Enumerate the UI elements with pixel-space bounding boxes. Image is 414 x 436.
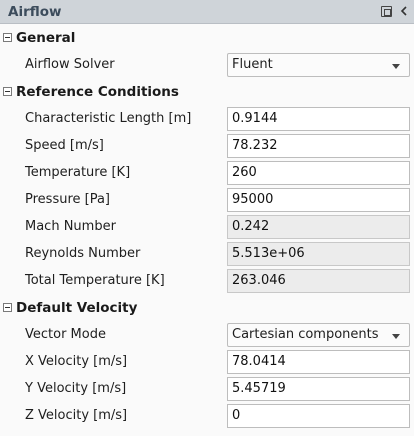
collapse-toggle-icon[interactable] (3, 303, 12, 312)
vector-mode-row: Vector Mode Cartesian components (0, 321, 414, 348)
section-default-velocity[interactable]: Default Velocity (0, 294, 414, 321)
x-velocity-label: X Velocity [m/s] (25, 354, 128, 369)
z-velocity-input[interactable]: 0 (227, 403, 410, 428)
section-general-label: General (16, 29, 76, 46)
panel-title: Airflow (8, 3, 62, 20)
z-velocity-label: Z Velocity [m/s] (25, 408, 128, 423)
x-velocity-row: X Velocity [m/s] 78.0414 (0, 348, 414, 375)
collapse-toggle-icon[interactable] (3, 33, 12, 42)
mach-number-readonly: 0.242 (227, 214, 410, 239)
pressure-input[interactable]: 95000 (227, 187, 410, 212)
temperature-input[interactable]: 260 (227, 160, 410, 185)
total-temperature-row: Total Temperature [K] 263.046 (0, 267, 414, 294)
z-velocity-row: Z Velocity [m/s] 0 (0, 402, 414, 429)
mach-number-label: Mach Number (25, 219, 116, 234)
airflow-solver-select[interactable]: Fluent (227, 52, 410, 77)
total-temperature-label: Total Temperature [K] (25, 273, 165, 288)
x-velocity-input[interactable]: 78.0414 (227, 349, 410, 374)
total-temperature-readonly: 263.046 (227, 268, 410, 293)
float-window-icon[interactable] (380, 4, 393, 18)
y-velocity-label: Y Velocity [m/s] (25, 381, 127, 396)
section-general[interactable]: General (0, 24, 414, 51)
reynolds-number-row: Reynolds Number 5.513e+06 (0, 240, 414, 267)
vector-mode-label: Vector Mode (25, 327, 106, 342)
panel-titlebar: Airflow (0, 0, 414, 24)
pressure-row: Pressure [Pa] 95000 (0, 186, 414, 213)
airflow-solver-label: Airflow Solver (25, 57, 115, 72)
dropdown-arrow-icon (392, 63, 400, 69)
y-velocity-row: Y Velocity [m/s] 5.45719 (0, 375, 414, 402)
collapse-toggle-icon[interactable] (3, 87, 12, 96)
section-velocity-label: Default Velocity (16, 299, 138, 316)
chevron-left-icon[interactable] (397, 4, 410, 18)
section-reference-conditions[interactable]: Reference Conditions (0, 78, 414, 105)
y-velocity-input[interactable]: 5.45719 (227, 376, 410, 401)
vector-mode-value: Cartesian components (232, 327, 379, 342)
characteristic-length-input[interactable]: 0.9144 (227, 106, 410, 131)
speed-label: Speed [m/s] (25, 138, 104, 153)
pressure-label: Pressure [Pa] (25, 192, 111, 207)
reynolds-number-readonly: 5.513e+06 (227, 241, 410, 266)
airflow-solver-row: Airflow Solver Fluent (0, 51, 414, 78)
dropdown-arrow-icon (392, 333, 400, 339)
vector-mode-select[interactable]: Cartesian components (227, 322, 410, 347)
characteristic-length-row: Characteristic Length [m] 0.9144 (0, 105, 414, 132)
speed-input[interactable]: 78.232 (227, 133, 410, 158)
characteristic-length-label: Characteristic Length [m] (25, 111, 192, 126)
speed-row: Speed [m/s] 78.232 (0, 132, 414, 159)
section-reference-label: Reference Conditions (16, 83, 179, 100)
temperature-label: Temperature [K] (25, 165, 131, 180)
reynolds-number-label: Reynolds Number (25, 246, 141, 261)
temperature-row: Temperature [K] 260 (0, 159, 414, 186)
mach-number-row: Mach Number 0.242 (0, 213, 414, 240)
airflow-solver-value: Fluent (232, 57, 273, 72)
